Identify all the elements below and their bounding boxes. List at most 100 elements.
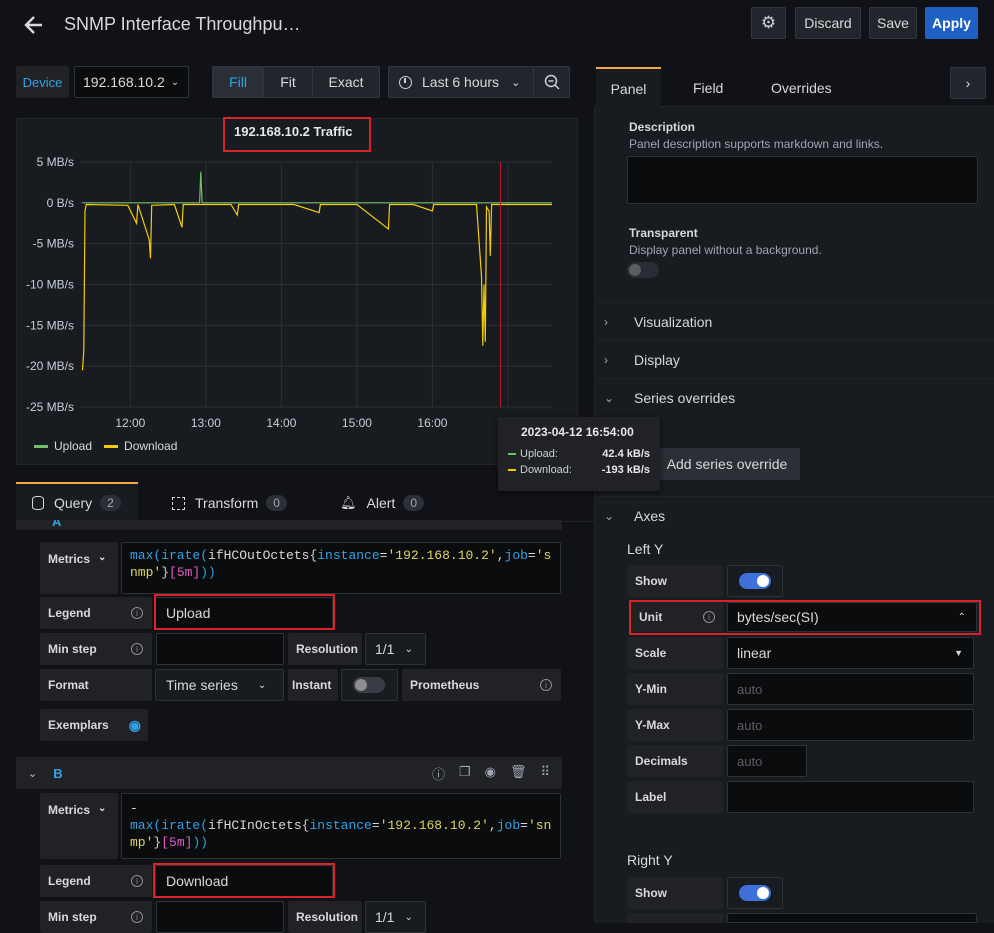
resolution-select-b[interactable]: 1/1 ⌄: [365, 901, 426, 933]
info-icon[interactable]: i: [131, 875, 143, 887]
tab-transform[interactable]: Transform 0: [172, 484, 287, 522]
format-select-a[interactable]: Time series ⌄: [155, 669, 284, 701]
section-display[interactable]: › Display: [596, 340, 994, 378]
resolution-label-b: Resolution: [288, 901, 362, 933]
minstep-input-a[interactable]: [156, 633, 284, 665]
page-title: SNMP Interface Throughpu…: [64, 14, 301, 34]
format-label-a: Format: [40, 669, 152, 701]
ymin-input[interactable]: auto: [727, 673, 974, 705]
minstep-input-b[interactable]: [156, 901, 284, 933]
tab-alert-label: Alert: [366, 495, 396, 511]
help-icon[interactable]: ⓘ: [432, 764, 445, 783]
fill-button[interactable]: Fill: [212, 66, 264, 98]
y-tick-label: -25 MB/s: [26, 400, 74, 414]
collapse-pane-button[interactable]: ›: [950, 67, 986, 99]
metrics-label-b[interactable]: Metrics ⌄: [40, 793, 118, 859]
time-range-picker[interactable]: Last 6 hours ⌄: [388, 66, 534, 98]
tab-panel[interactable]: Panel: [596, 67, 661, 108]
tab-transform-label: Transform: [195, 495, 259, 511]
query-a-letter: A: [52, 520, 62, 529]
legend-a-highlight: [154, 594, 335, 630]
zoom-out-icon: [544, 74, 560, 90]
collapse-chevron-icon[interactable]: ⌄: [28, 767, 37, 780]
tab-alert-count: 0: [403, 495, 424, 511]
trash-icon[interactable]: 🗑︎: [510, 764, 527, 783]
info-icon[interactable]: i: [131, 643, 143, 655]
chevron-down-icon: ⌄: [404, 911, 413, 923]
zoom-out-button[interactable]: [533, 66, 570, 98]
section-visualization[interactable]: › Visualization: [596, 302, 994, 340]
left-y-show-toggle[interactable]: [739, 573, 771, 589]
series-line-download: [81, 203, 552, 371]
ymax-label: Y-Max: [627, 709, 723, 741]
chevron-down-icon: ⌄: [170, 76, 180, 88]
query-b-header: ⌄ B ⓘ ❐ ◉ 🗑︎ ⠿: [16, 757, 562, 789]
eye-icon[interactable]: ◉: [129, 717, 141, 734]
drag-handle-icon[interactable]: ⠿: [540, 764, 550, 783]
back-arrow-icon[interactable]: [22, 12, 46, 38]
label-input[interactable]: [727, 781, 974, 813]
tab-alert[interactable]: 🔔︎ Alert 0: [340, 484, 424, 522]
exact-button[interactable]: Exact: [312, 66, 380, 98]
left-y-heading: Left Y: [627, 541, 664, 557]
duplicate-icon[interactable]: ❐: [459, 764, 471, 783]
tooltip-time: 2023-04-12 16:54:00: [521, 425, 634, 439]
info-icon[interactable]: i: [131, 607, 143, 619]
y-tick-label: 5 MB/s: [37, 155, 74, 169]
decimals-input[interactable]: auto: [727, 745, 807, 777]
y-tick-label: 0 B/s: [47, 196, 74, 210]
prometheus-label: Prometheus: [402, 669, 561, 701]
legend-item-download[interactable]: Download: [104, 439, 177, 453]
info-icon[interactable]: i: [131, 911, 143, 923]
instant-toggle[interactable]: [353, 677, 385, 693]
instant-label-a: Instant: [288, 669, 338, 701]
eye-icon[interactable]: ◉: [485, 764, 496, 783]
device-variable-select[interactable]: 192.168.10.2 ⌄: [74, 66, 189, 98]
query-a-header: A: [16, 520, 562, 530]
fit-button[interactable]: Fit: [263, 66, 313, 98]
section-series-overrides[interactable]: ⌄ Series overrides: [596, 378, 994, 416]
metrics-query-b[interactable]: - max(irate(ifHCInOctets{instance='192.16…: [121, 793, 561, 859]
add-series-override-button[interactable]: Add series override: [654, 448, 800, 480]
metrics-query-a[interactable]: max(irate(ifHCOutOctets{instance='192.16…: [121, 542, 561, 594]
scale-select[interactable]: linear ▼: [727, 637, 974, 669]
metrics-label-a[interactable]: Metrics ⌄: [40, 542, 118, 594]
series-line-upload: [82, 171, 552, 204]
ymax-input[interactable]: auto: [727, 709, 974, 741]
transparent-toggle[interactable]: [627, 262, 659, 278]
description-title: Description: [629, 120, 696, 134]
tab-field[interactable]: Field: [693, 80, 723, 96]
legend-item-upload[interactable]: Upload: [34, 439, 92, 453]
chevron-right-icon: ›: [604, 352, 608, 367]
y-tick-label: -5 MB/s: [33, 237, 74, 251]
unit-highlight: [629, 600, 981, 635]
transform-icon: [172, 496, 185, 510]
device-value: 192.168.10.2: [83, 74, 165, 90]
unit-select-right[interactable]: [727, 913, 977, 923]
apply-button[interactable]: Apply: [925, 7, 978, 39]
right-y-heading: Right Y: [627, 852, 673, 868]
discard-button[interactable]: Discard: [795, 7, 861, 39]
graph-tooltip: 2023-04-12 16:54:00 Upload: 42.4 kB/s Do…: [498, 417, 660, 491]
tab-query[interactable]: Query 2: [16, 482, 138, 522]
info-icon[interactable]: i: [540, 679, 552, 691]
section-axes[interactable]: ⌄ Axes: [596, 496, 994, 534]
right-y-show-toggle[interactable]: [739, 885, 771, 901]
chevron-down-icon: ⌄: [98, 552, 107, 563]
tab-overrides[interactable]: Overrides: [771, 80, 832, 96]
exemplars-label[interactable]: Exemplars ◉: [40, 709, 148, 741]
y-tick-label: -10 MB/s: [26, 278, 74, 292]
description-textarea[interactable]: [627, 156, 978, 204]
settings-button[interactable]: ⚙: [751, 7, 786, 39]
legend-b-highlight: [153, 863, 335, 898]
tab-query-label: Query: [54, 495, 93, 511]
chevron-down-icon: ⌄: [257, 679, 267, 691]
x-tick-label: 14:00: [266, 416, 296, 430]
resolution-select-a[interactable]: 1/1 ⌄: [365, 633, 426, 665]
transparent-help: Display panel without a background.: [629, 243, 822, 257]
chart-legend: Upload Download: [34, 439, 177, 453]
chevron-down-icon: ⌄: [604, 508, 615, 523]
label-label: Label: [627, 781, 723, 813]
save-button[interactable]: Save: [869, 7, 917, 39]
chevron-down-icon: ⌄: [511, 76, 521, 89]
